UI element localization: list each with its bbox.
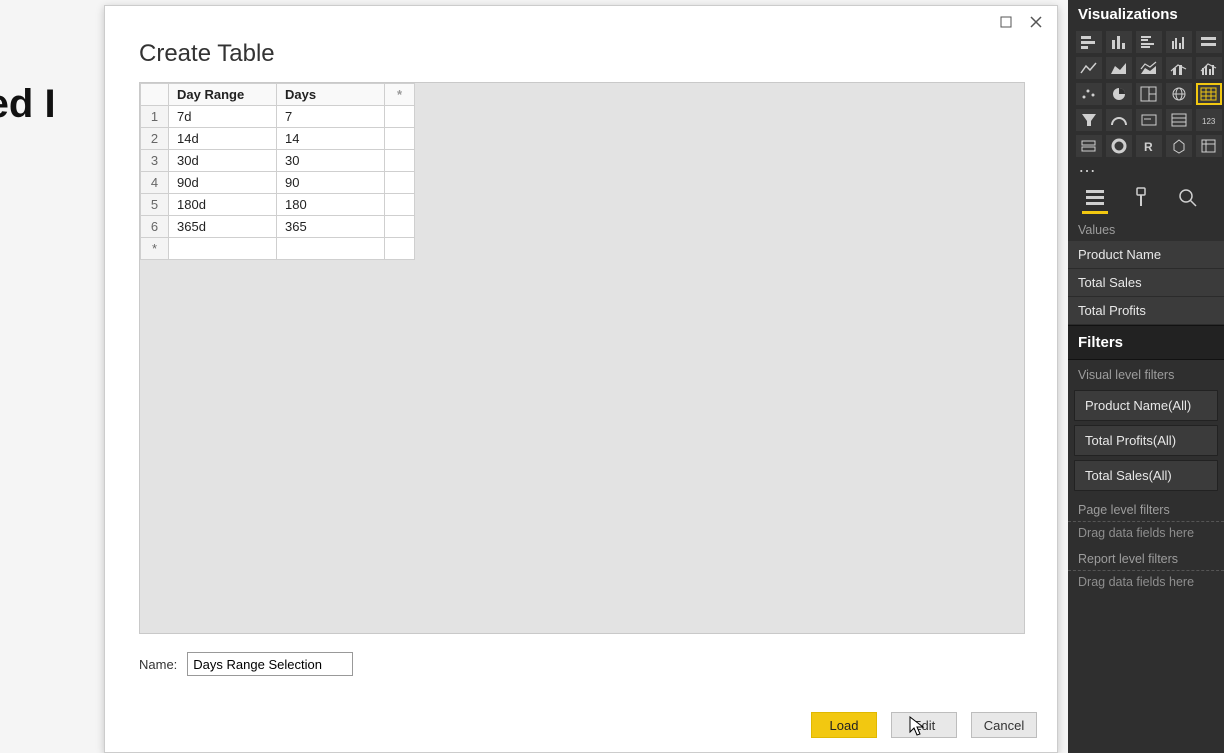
more-visuals-icon[interactable]: …	[1068, 157, 1224, 175]
dialog-titlebar	[105, 6, 1057, 36]
scatter-icon[interactable]	[1076, 83, 1102, 105]
visualization-type-grid: 123 R	[1068, 31, 1224, 157]
fields-tab-icon[interactable]	[1084, 185, 1106, 209]
data-grid[interactable]: Day Range Days * 17d7 214d14 330d30 490d…	[140, 83, 415, 260]
treemap-icon[interactable]	[1136, 83, 1162, 105]
r-visual-icon[interactable]: R	[1136, 135, 1162, 157]
donut-icon[interactable]	[1106, 135, 1132, 157]
filter-pill[interactable]: Total Sales(All)	[1074, 460, 1218, 491]
table-row[interactable]: 17d7	[141, 106, 415, 128]
table-row[interactable]: 5180d180	[141, 194, 415, 216]
svg-text:123: 123	[1202, 117, 1216, 126]
funnel-icon[interactable]	[1076, 109, 1102, 131]
pane-tabs	[1068, 175, 1224, 215]
line-clustered-column-icon[interactable]	[1196, 57, 1222, 79]
slicer-icon[interactable]	[1076, 135, 1102, 157]
card-icon[interactable]	[1136, 109, 1162, 131]
stacked-bar-icon[interactable]	[1076, 31, 1102, 53]
table-row[interactable]: 330d30	[141, 150, 415, 172]
table-icon[interactable]	[1196, 83, 1222, 105]
values-field[interactable]: Total Sales	[1068, 269, 1224, 297]
table-row[interactable]: 6365d365	[141, 216, 415, 238]
clustered-bar-icon[interactable]	[1136, 31, 1162, 53]
visualizations-pane: Visualizations 123 R …	[1068, 0, 1224, 753]
values-field[interactable]: Total Profits	[1068, 297, 1224, 325]
add-row-star[interactable]: *	[141, 238, 169, 260]
dialog-buttons: Load Edit Cancel	[811, 712, 1037, 738]
name-label: Name:	[139, 657, 177, 672]
maximize-icon[interactable]	[991, 10, 1021, 34]
name-row: Name:	[105, 634, 1057, 676]
table-row-new[interactable]: *	[141, 238, 415, 260]
table-row[interactable]: 214d14	[141, 128, 415, 150]
header-days[interactable]: Days	[277, 84, 385, 106]
stacked-area-icon[interactable]	[1136, 57, 1162, 79]
values-label: Values	[1068, 215, 1224, 241]
report-level-filters-label: Report level filters	[1068, 544, 1224, 570]
report-filters-dropzone[interactable]: Drag data fields here	[1068, 570, 1224, 593]
header-add-column[interactable]: *	[385, 84, 415, 106]
load-button[interactable]: Load	[811, 712, 877, 738]
visual-level-filters-label: Visual level filters	[1068, 360, 1224, 386]
dialog-heading: Create Table	[105, 36, 1057, 82]
line-chart-icon[interactable]	[1076, 57, 1102, 79]
data-grid-area: Day Range Days * 17d7 214d14 330d30 490d…	[139, 82, 1025, 634]
analytics-tab-icon[interactable]	[1176, 185, 1198, 209]
gauge-icon[interactable]	[1106, 109, 1132, 131]
clustered-column-icon[interactable]	[1166, 31, 1192, 53]
arcgis-icon[interactable]	[1166, 135, 1192, 157]
close-icon[interactable]	[1021, 10, 1051, 34]
name-input[interactable]	[187, 652, 353, 676]
filter-pill[interactable]: Total Profits(All)	[1074, 425, 1218, 456]
header-row: Day Range Days *	[141, 84, 415, 106]
area-chart-icon[interactable]	[1106, 57, 1132, 79]
header-day-range[interactable]: Day Range	[169, 84, 277, 106]
page-level-filters-label: Page level filters	[1068, 495, 1224, 521]
format-tab-icon[interactable]	[1130, 185, 1152, 209]
edit-button[interactable]: Edit	[891, 712, 957, 738]
header-rownum	[141, 84, 169, 106]
create-table-dialog: Create Table Day Range Days * 17d7 214d1…	[104, 5, 1058, 753]
pie-chart-icon[interactable]	[1106, 83, 1132, 105]
background-title-cropped: aded I	[0, 82, 56, 127]
kpi-icon[interactable]: 123	[1196, 109, 1222, 131]
stacked-column-icon[interactable]	[1106, 31, 1132, 53]
svg-text:R: R	[1144, 140, 1153, 154]
cancel-button[interactable]: Cancel	[971, 712, 1037, 738]
filter-pill[interactable]: Product Name(All)	[1074, 390, 1218, 421]
matrix-icon[interactable]	[1196, 135, 1222, 157]
stacked-bar-100-icon[interactable]	[1196, 31, 1222, 53]
page-filters-dropzone[interactable]: Drag data fields here	[1068, 521, 1224, 544]
visualizations-heading: Visualizations	[1068, 0, 1224, 31]
filters-heading[interactable]: Filters	[1068, 325, 1224, 360]
line-column-icon[interactable]	[1166, 57, 1192, 79]
values-field[interactable]: Product Name	[1068, 241, 1224, 269]
table-row[interactable]: 490d90	[141, 172, 415, 194]
map-icon[interactable]	[1166, 83, 1192, 105]
multi-card-icon[interactable]	[1166, 109, 1192, 131]
